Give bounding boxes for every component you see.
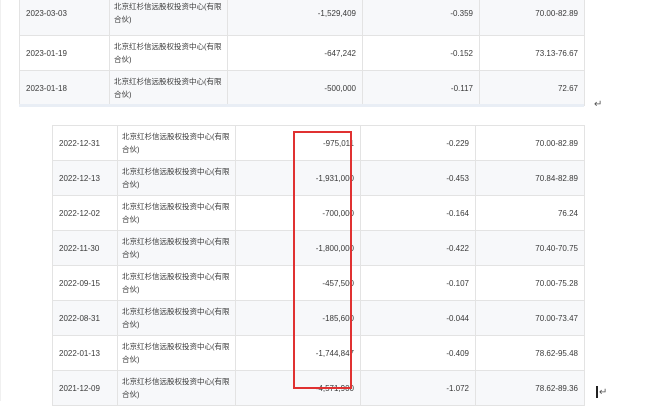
change-ratio-cell: -0.453 [360, 160, 476, 196]
holder-name-cell: 北京红杉信远股权投资中心(有限合伙) [117, 125, 236, 161]
date-cell: 2022-01-13 [52, 335, 118, 371]
price-range-cell: 70.00-75.28 [475, 265, 585, 301]
date-cell: 2023-01-18 [19, 70, 110, 106]
date-cell: 2021-12-09 [52, 370, 118, 406]
paragraph-mark-icon-bottom: ↵ [599, 387, 608, 398]
paragraph-mark-icon: ↵ [594, 99, 603, 110]
price-range-cell: 78.62-95.48 [475, 335, 585, 371]
change-ratio-cell: -0.164 [360, 195, 476, 231]
date-cell: 2022-12-13 [52, 160, 118, 196]
holder-name-cell: 北京红杉信远股权投资中心(有限合伙) [109, 70, 228, 106]
price-range-cell: 70.84-82.89 [475, 160, 585, 196]
table-top-body: 2023-03-03 北京红杉信远股权投资中心(有限合伙) -1,529,409 -0… [19, 0, 585, 106]
price-range-cell: 78.62-89.36 [475, 370, 585, 406]
price-range-cell: 70.00-82.89 [475, 125, 585, 161]
change-ratio-cell: -0.117 [362, 70, 480, 106]
holder-name-cell: 北京红杉信远股权投资中心(有限合伙) [117, 300, 236, 336]
table-row: 2023-03-03 北京红杉信远股权投资中心(有限合伙) -1,529,409 -0… [19, 0, 585, 36]
change-amount-cell: -647,242 [227, 35, 363, 71]
holder-name-cell: 北京红杉信远股权投资中心(有限合伙) [109, 35, 228, 71]
page-left-edge [0, 0, 1, 401]
change-ratio-cell: -0.229 [360, 125, 476, 161]
holding-changes-table-top: 2023-03-03 北京红杉信远股权投资中心(有限合伙) -1,529,409 -0… [19, 0, 585, 106]
change-ratio-cell: -0.422 [360, 230, 476, 266]
amount-column-highlight-box [293, 131, 352, 389]
price-range-cell: 70.40-70.75 [475, 230, 585, 266]
date-cell: 2022-12-02 [52, 195, 118, 231]
table-row: 2023-01-18 北京红杉信远股权投资中心(有限合伙) -500,000 -0.1… [19, 70, 585, 106]
text-cursor[interactable] [596, 386, 598, 398]
holder-name-cell: 北京红杉信远股权投资中心(有限合伙) [117, 195, 236, 231]
change-amount-cell: -1,529,409 [227, 0, 363, 36]
price-range-cell: 76.24 [475, 195, 585, 231]
table-row: 2023-01-19 北京红杉信远股权投资中心(有限合伙) -647,242 -0.1… [19, 35, 585, 71]
change-ratio-cell: -0.359 [362, 0, 480, 36]
price-range-cell: 70.00-82.89 [479, 0, 585, 36]
date-cell: 2023-01-19 [19, 35, 110, 71]
change-ratio-cell: -1.072 [360, 370, 476, 406]
date-cell: 2022-11-30 [52, 230, 118, 266]
change-amount-cell: -500,000 [227, 70, 363, 106]
change-ratio-cell: -0.044 [360, 300, 476, 336]
holder-name-cell: 北京红杉信远股权投资中心(有限合伙) [109, 0, 228, 36]
change-ratio-cell: -0.152 [362, 35, 480, 71]
date-cell: 2022-08-31 [52, 300, 118, 336]
price-range-cell: 73.13-76.67 [479, 35, 585, 71]
date-cell: 2022-09-15 [52, 265, 118, 301]
date-cell: 2022-12-31 [52, 125, 118, 161]
holder-name-cell: 北京红杉信远股权投资中心(有限合伙) [117, 265, 236, 301]
price-range-cell: 70.00-73.47 [475, 300, 585, 336]
holder-name-cell: 北京红杉信远股权投资中心(有限合伙) [117, 370, 236, 406]
table-page-break-band [19, 104, 584, 107]
change-ratio-cell: -0.409 [360, 335, 476, 371]
holder-name-cell: 北京红杉信远股权投资中心(有限合伙) [117, 335, 236, 371]
holder-name-cell: 北京红杉信远股权投资中心(有限合伙) [117, 230, 236, 266]
holder-name-cell: 北京红杉信远股权投资中心(有限合伙) [117, 160, 236, 196]
price-range-cell: 72.67 [479, 70, 585, 106]
change-ratio-cell: -0.107 [360, 265, 476, 301]
date-cell: 2023-03-03 [19, 0, 110, 36]
